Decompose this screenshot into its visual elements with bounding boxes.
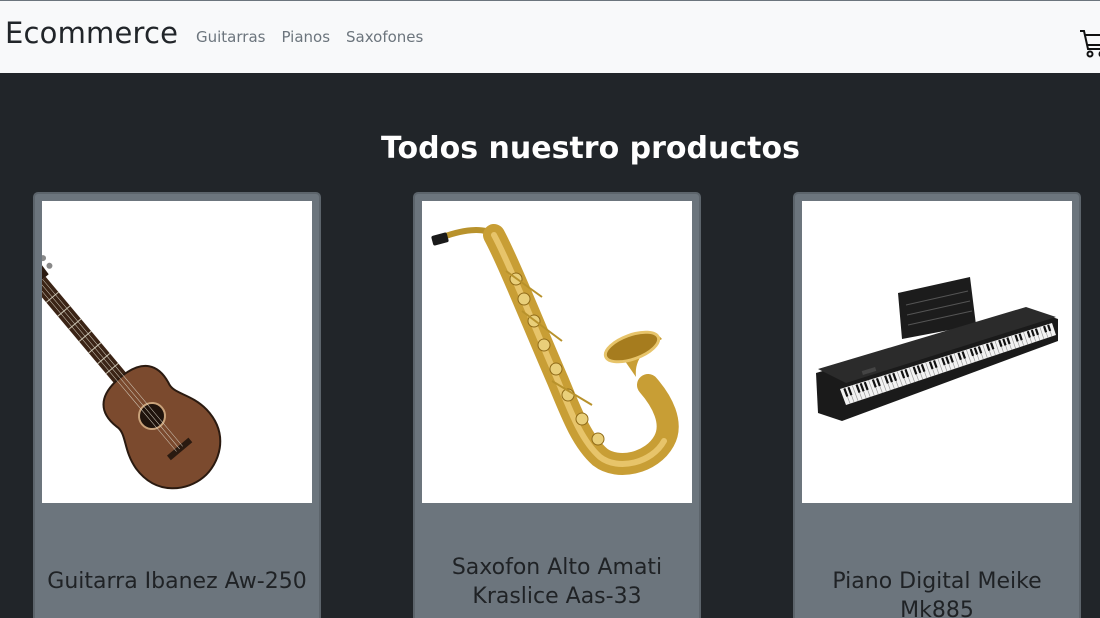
product-image-piano[interactable]: [802, 201, 1072, 503]
nav-links: Guitarras Pianos Saxofones: [196, 28, 439, 46]
product-card[interactable]: Saxofon Alto Amati Kraslice Aas-33: [413, 192, 701, 618]
product-title: Guitarra Ibanez Aw-250: [47, 569, 307, 594]
nav-link-saxofones[interactable]: Saxofones: [346, 28, 423, 46]
product-title: Piano Digital Meike Mk885: [832, 569, 1042, 618]
nav-link-pianos[interactable]: Pianos: [281, 28, 330, 46]
navbar: Ecommerce Guitarras Pianos Saxofones: [0, 0, 1100, 73]
product-title: Saxofon Alto Amati Kraslice Aas-33: [451, 555, 663, 609]
product-image-guitar[interactable]: [42, 201, 312, 503]
nav-link-guitarras[interactable]: Guitarras: [196, 28, 265, 46]
product-card[interactable]: Guitarra Ibanez Aw-250: [33, 192, 321, 618]
page-title: Todos nuestro productos: [381, 131, 800, 166]
brand-link[interactable]: Ecommerce: [5, 16, 178, 50]
product-card[interactable]: Piano Digital Meike Mk885: [793, 192, 1081, 618]
cart-icon[interactable]: [1078, 27, 1100, 59]
product-image-saxophone[interactable]: [422, 201, 692, 503]
